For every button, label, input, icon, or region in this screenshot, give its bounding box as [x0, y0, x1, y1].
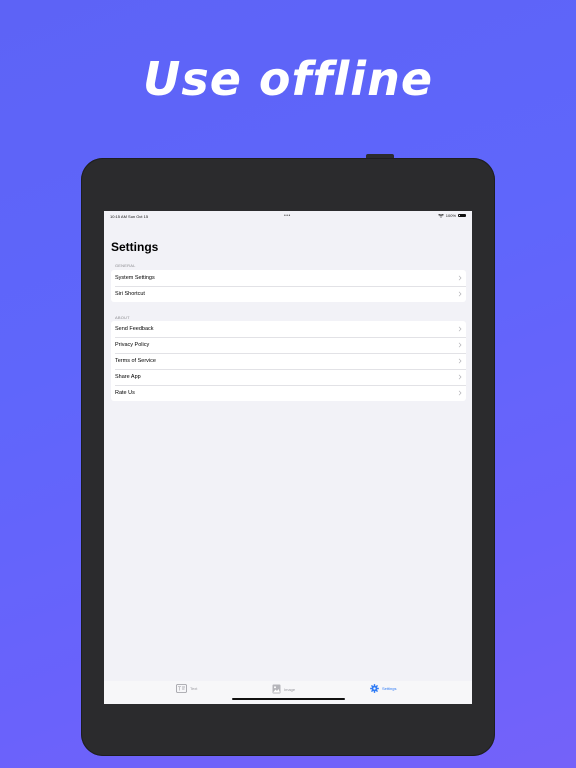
status-date: Sun Oct 15 — [128, 214, 149, 219]
multitasking-dots[interactable]: ••• — [284, 213, 291, 219]
settings-row-terms-of-service[interactable]: Terms of Service — [111, 353, 466, 369]
tab-settings[interactable]: Settings — [370, 684, 396, 693]
tab-text[interactable]: T Text — [176, 684, 197, 693]
tab-label: Settings — [382, 686, 397, 691]
settings-row-system-settings[interactable]: System Settings — [111, 270, 466, 286]
settings-row-share-app[interactable]: Share App — [111, 369, 466, 385]
gear-icon — [370, 684, 379, 693]
battery-percent: 100% — [445, 213, 456, 218]
app-screen: 10:15 AM Sun Oct 15 ••• 100% Settings GE… — [104, 211, 472, 704]
home-indicator[interactable] — [232, 698, 345, 700]
svg-text:T: T — [177, 687, 182, 693]
chevron-right-icon — [458, 374, 462, 380]
chevron-right-icon — [458, 358, 462, 364]
settings-group-about: Send Feedback Privacy Policy Terms of Se… — [111, 321, 466, 401]
row-label: Terms of Service — [115, 358, 156, 364]
status-time: 10:15 AM Sun Oct 15 — [110, 214, 148, 219]
headline: Use offline — [142, 52, 434, 106]
section-header-general: GENERAL — [115, 263, 136, 268]
status-bar: 10:15 AM Sun Oct 15 ••• 100% — [104, 211, 472, 221]
row-label: Privacy Policy — [115, 342, 150, 348]
wifi-icon — [437, 213, 444, 218]
image-icon — [272, 684, 281, 694]
settings-row-send-feedback[interactable]: Send Feedback — [111, 321, 466, 337]
status-clock: 10:15 AM — [110, 214, 127, 219]
page-title: Settings — [111, 240, 159, 254]
chevron-right-icon — [458, 291, 462, 297]
chevron-right-icon — [458, 342, 462, 348]
settings-row-privacy-policy[interactable]: Privacy Policy — [111, 337, 466, 353]
settings-row-rate-us[interactable]: Rate Us — [111, 385, 466, 401]
row-label: Share App — [115, 374, 141, 380]
settings-group-general: System Settings Siri Shortcut — [111, 270, 466, 302]
tab-image[interactable]: Image — [272, 684, 295, 694]
text-scan-icon: T — [176, 684, 187, 693]
row-label: Send Feedback — [115, 326, 154, 332]
battery-icon — [458, 213, 466, 218]
chevron-right-icon — [458, 326, 462, 332]
tab-label: Image — [284, 686, 296, 692]
tab-label: Text — [190, 686, 198, 691]
section-header-about: ABOUT — [115, 315, 130, 320]
row-label: Rate Us — [115, 390, 135, 396]
row-label: System Settings — [115, 275, 155, 281]
chevron-right-icon — [458, 390, 462, 396]
settings-row-siri-shortcut[interactable]: Siri Shortcut — [111, 286, 466, 302]
tab-bar: T Text Image Settings — [104, 681, 472, 704]
row-label: Siri Shortcut — [115, 291, 145, 297]
status-indicators: 100% — [437, 213, 466, 218]
chevron-right-icon — [458, 275, 462, 281]
